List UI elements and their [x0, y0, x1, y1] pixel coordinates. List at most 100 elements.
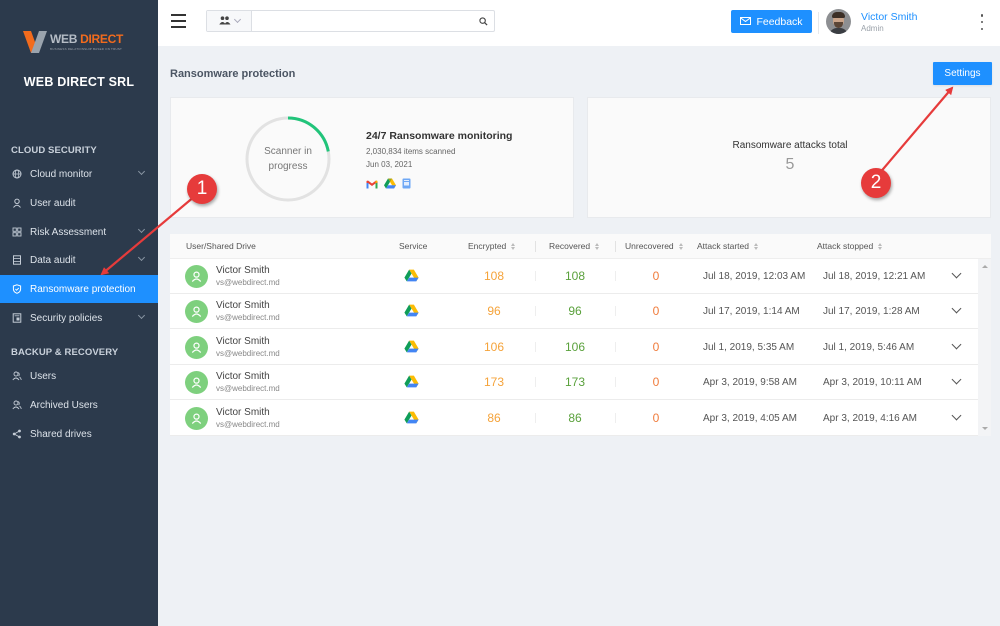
search-icon[interactable] [472, 11, 494, 31]
sidebar-item-label: Data audit [30, 254, 76, 266]
table-row[interactable]: Victor Smith vs@webdirect.md 173 173 0 Apr 3,… [170, 365, 978, 401]
items-scanned: 2,030,834 items scanned [366, 147, 456, 156]
google-drive-icon [404, 411, 419, 429]
cell-divider [535, 306, 536, 317]
scanner-status: Scanner in progress [264, 146, 312, 172]
archived-users-icon [12, 400, 22, 410]
row-user-name: Victor Smith [216, 406, 270, 418]
column-header-recovered[interactable]: Recovered [549, 241, 600, 251]
table-row[interactable]: Victor Smith vs@webdirect.md 96 96 0 Jul 17, … [170, 294, 978, 330]
user-avatar-icon [185, 300, 208, 324]
sidebar-item-label: Archived Users [30, 399, 98, 411]
sidebar-item-label: Cloud monitor [30, 168, 93, 180]
search-input[interactable] [252, 11, 472, 31]
sort-icon[interactable] [511, 242, 516, 250]
column-header-unrecovered[interactable]: Unrecovered [625, 241, 683, 251]
database-icon [12, 255, 22, 265]
row-user-name: Victor Smith [216, 335, 270, 347]
menu-toggle-button[interactable] [171, 14, 186, 28]
row-unrecovered: 0 [652, 375, 660, 390]
attacks-total-value: 5 [785, 156, 795, 173]
expand-row-chevron-icon[interactable] [951, 339, 962, 350]
more-options-icon[interactable] [980, 14, 984, 30]
user-name[interactable]: Victor Smith [861, 11, 917, 23]
company-logo: WEB DIRECT BUSINESS RELATIONSHIP BASED O… [22, 27, 135, 57]
google-sites-icon [402, 176, 411, 194]
policy-icon [12, 313, 22, 323]
row-encrypted: 108 [483, 269, 505, 283]
table-row[interactable]: Victor Smith vs@webdirect.md 108 108 0 Jul 18… [170, 259, 978, 294]
expand-row-chevron-icon[interactable] [951, 374, 962, 385]
row-user-email: vs@webdirect.md [216, 348, 280, 358]
settings-button[interactable]: Settings [933, 62, 992, 85]
sidebar-item-shared-drives[interactable]: Shared drives [0, 420, 158, 448]
table-scrollbar[interactable] [978, 259, 991, 436]
attacks-total-label: Ransomware attacks total [732, 140, 848, 151]
scroll-down-icon[interactable] [982, 427, 988, 430]
column-header-user: User/Shared Drive [186, 241, 256, 251]
sidebar-item-data-audit[interactable]: Data audit [0, 246, 158, 274]
column-header-attack-started[interactable]: Attack started [697, 241, 758, 251]
scroll-up-icon[interactable] [982, 265, 988, 268]
sidebar-item-security-policies[interactable]: Security policies [0, 304, 158, 332]
column-header-encrypted[interactable]: Encrypted [468, 241, 516, 251]
topbar-divider [818, 12, 819, 34]
expand-row-chevron-icon[interactable] [951, 303, 962, 314]
sidebar-item-label: Ransomware protection [30, 283, 136, 295]
row-encrypted: 96 [487, 304, 501, 319]
chevron-down-icon [233, 15, 241, 24]
sort-icon[interactable] [678, 242, 683, 250]
expand-row-chevron-icon[interactable] [951, 410, 962, 421]
users-icon [218, 12, 231, 30]
shield-icon [12, 284, 22, 294]
table-row[interactable]: Victor Smith vs@webdirect.md 106 106 0 Jul 1,… [170, 330, 978, 365]
cell-divider [615, 377, 616, 388]
user-avatar[interactable] [826, 9, 851, 34]
sidebar-item-label: Users [30, 370, 57, 382]
sidebar-item-cloud-monitor[interactable]: Cloud monitor [0, 160, 158, 188]
feedback-button[interactable]: Feedback [731, 10, 812, 33]
logo-word-1: WEB [50, 32, 81, 46]
logo-word-2: DIRECT [80, 32, 124, 46]
sort-icon[interactable] [878, 242, 883, 250]
cell-divider [535, 341, 536, 352]
chevron-down-icon [137, 167, 146, 176]
annotation-badge-2: 2 [861, 168, 891, 198]
column-divider [615, 241, 616, 252]
sidebar-item-users[interactable]: Users [0, 362, 158, 390]
section-title-backup-recovery: BACKUP & RECOVERY [11, 347, 119, 358]
sidebar-item-label: User audit [30, 197, 76, 209]
column-header-service: Service [399, 241, 428, 251]
user-avatar-icon [185, 406, 208, 430]
company-name: WEB DIRECT SRL [23, 75, 135, 89]
topbar: Feedback Victor Smith Admin [158, 0, 1000, 46]
user-avatar-icon [185, 371, 208, 395]
page-title: Ransomware protection [170, 68, 296, 80]
row-recovered: 173 [564, 375, 586, 390]
search-scope-dropdown[interactable] [207, 11, 252, 31]
table-row[interactable]: Victor Smith vs@webdirect.md 86 86 0 Apr 3, 2… [170, 401, 978, 436]
row-attack-stopped: Jul 18, 2019, 12:21 AM [823, 271, 926, 282]
user-icon [12, 198, 22, 208]
user-avatar-icon [185, 265, 208, 288]
sidebar: WEB DIRECT BUSINESS RELATIONSHIP BASED O… [0, 0, 158, 626]
google-drive-icon [404, 375, 419, 393]
row-encrypted: 106 [483, 339, 505, 354]
column-divider [535, 241, 536, 252]
row-unrecovered: 0 [652, 410, 660, 425]
sort-icon[interactable] [595, 242, 600, 250]
google-drive-icon [404, 304, 419, 322]
table-header: User/Shared Drive Service Encrypted Reco… [170, 234, 991, 259]
annotation-badge-1: 1 [187, 174, 217, 204]
section-title-cloud-security: CLOUD SECURITY [11, 145, 97, 156]
sidebar-item-ransomware-protection[interactable]: Ransomware protection [0, 275, 158, 303]
sidebar-item-risk-assessment[interactable]: Risk Assessment [0, 218, 158, 246]
feedback-label: Feedback [756, 15, 803, 28]
sort-icon[interactable] [753, 242, 758, 250]
column-header-attack-stopped[interactable]: Attack stopped [817, 241, 883, 251]
row-encrypted: 86 [487, 410, 501, 425]
row-unrecovered: 0 [652, 339, 660, 354]
sidebar-item-user-audit[interactable]: User audit [0, 189, 158, 217]
expand-row-chevron-icon[interactable] [951, 268, 962, 279]
sidebar-item-archived-users[interactable]: Archived Users [0, 391, 158, 419]
